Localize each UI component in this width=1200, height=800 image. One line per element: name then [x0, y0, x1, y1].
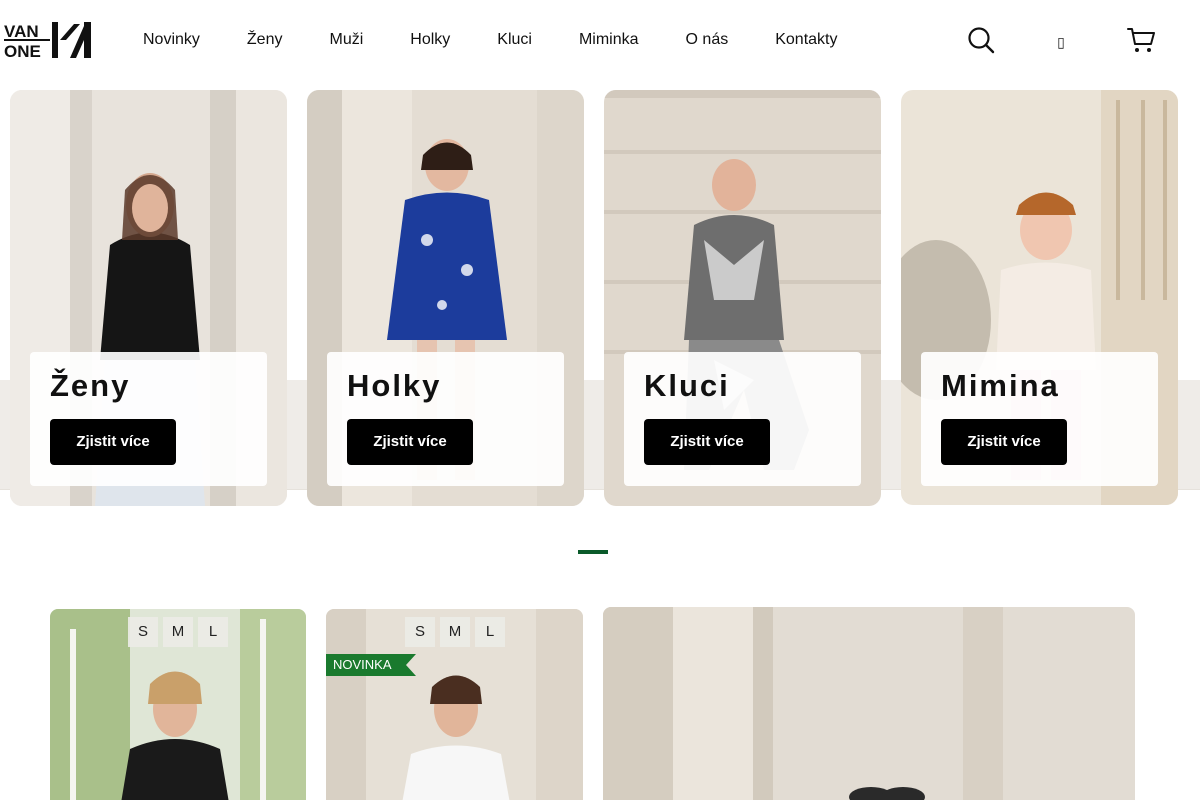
nav-item-novinky[interactable]: Novinky	[143, 30, 200, 50]
user-icon[interactable]: ▯	[1052, 32, 1070, 52]
category-overlay: Kluci Zjistit více	[624, 352, 861, 486]
page: VAN ONE Novinky Ženy Muži Holky Kluci Mi…	[0, 0, 1200, 800]
category-card-mimina[interactable]: Mimina Zjistit více	[901, 90, 1178, 505]
site-header: VAN ONE Novinky Ženy Muži Holky Kluci Mi…	[0, 0, 1200, 80]
brand-logo[interactable]: VAN ONE	[4, 20, 94, 61]
product-photo	[603, 607, 1135, 800]
category-title: Ženy	[50, 368, 131, 403]
category-more-button[interactable]: Zjistit více	[50, 419, 176, 465]
category-overlay: Holky Zjistit více	[327, 352, 564, 486]
category-more-button[interactable]: Zjistit více	[941, 419, 1067, 465]
svg-text:VAN: VAN	[4, 22, 39, 41]
size-option[interactable]: S	[128, 617, 158, 647]
new-badge: NOVINKA	[326, 654, 416, 676]
size-option[interactable]: M	[163, 617, 193, 647]
size-option[interactable]: L	[198, 617, 228, 647]
category-overlay: Ženy Zjistit více	[30, 352, 267, 486]
category-title: Kluci	[644, 368, 730, 403]
size-option[interactable]: L	[475, 617, 505, 647]
search-icon[interactable]	[966, 25, 996, 55]
size-option[interactable]: S	[405, 617, 435, 647]
nav-item-o-nas[interactable]: O nás	[686, 30, 729, 50]
product-card[interactable]: S M L	[50, 609, 306, 800]
new-badge-label: NOVINKA	[333, 657, 392, 672]
slider-indicator-active[interactable]	[578, 550, 608, 554]
category-more-button[interactable]: Zjistit více	[644, 419, 770, 465]
category-more-button[interactable]: Zjistit více	[347, 419, 473, 465]
nav-item-miminka[interactable]: Miminka	[579, 30, 639, 50]
nav-item-zeny[interactable]: Ženy	[247, 30, 283, 50]
nav-item-muzi[interactable]: Muži	[329, 30, 363, 50]
category-overlay: Mimina Zjistit více	[921, 352, 1158, 486]
category-card-kluci[interactable]: Kluci Zjistit více	[604, 90, 881, 506]
size-list: S M L	[128, 617, 233, 647]
size-option[interactable]: M	[440, 617, 470, 647]
nav-item-kontakty[interactable]: Kontakty	[775, 30, 837, 50]
category-title: Holky	[347, 368, 442, 403]
category-card-holky[interactable]: Holky Zjistit více	[307, 90, 584, 506]
category-card-zeny[interactable]: Ženy Zjistit více	[10, 90, 287, 506]
product-card[interactable]: S M L NOVINKA	[326, 609, 583, 800]
main-nav: Novinky Ženy Muži Holky Kluci Miminka O …	[143, 30, 884, 50]
svg-text:ONE: ONE	[4, 42, 41, 60]
category-title: Mimina	[941, 368, 1060, 403]
nav-item-kluci[interactable]: Kluci	[497, 30, 532, 50]
nav-item-holky[interactable]: Holky	[410, 30, 450, 50]
cart-icon[interactable]	[1126, 25, 1156, 55]
product-card-large[interactable]	[603, 607, 1135, 800]
size-list: S M L	[405, 617, 510, 647]
